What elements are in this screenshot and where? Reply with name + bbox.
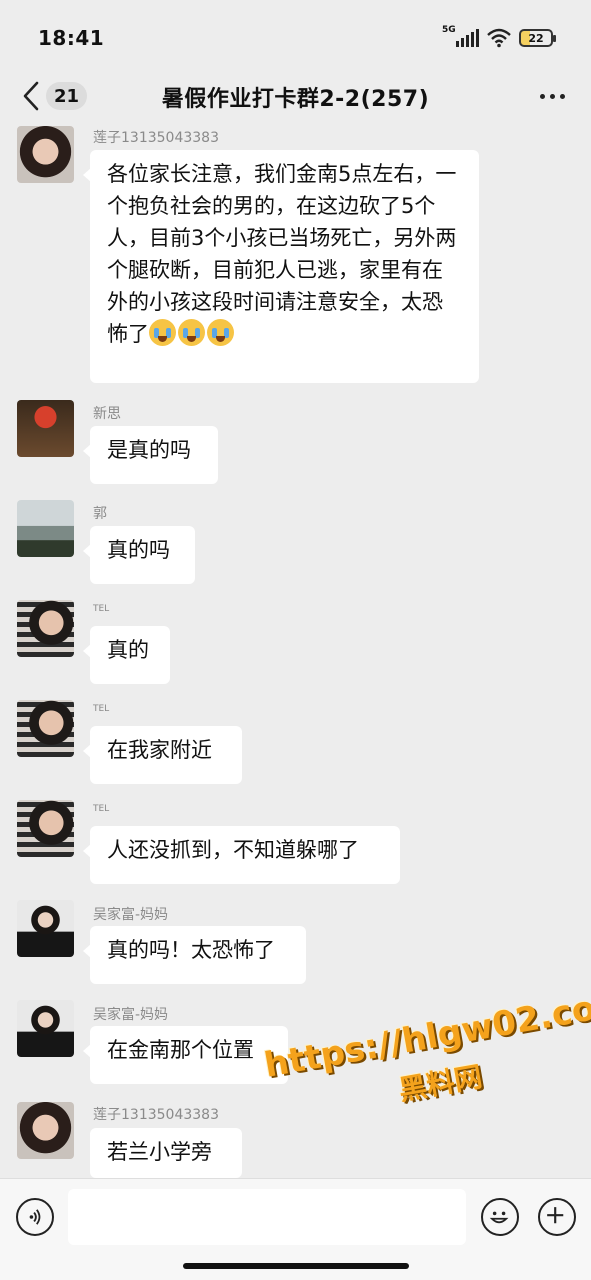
- plus-icon[interactable]: [538, 1198, 576, 1236]
- message-bubble[interactable]: 是真的吗: [83, 426, 218, 484]
- avatar[interactable]: [17, 1000, 74, 1057]
- emoji-icon[interactable]: [481, 1198, 519, 1236]
- message-text: 在我家附近: [107, 738, 212, 762]
- message-bubble[interactable]: 人还没抓到，不知道躲哪了: [83, 826, 400, 884]
- sender-name: 新思: [93, 406, 121, 422]
- sender-name: TEL: [93, 804, 110, 814]
- avatar[interactable]: [17, 126, 74, 183]
- sender-name: 莲子13135043383: [93, 130, 219, 146]
- sender-name: 莲子13135043383: [93, 1107, 219, 1123]
- avatar[interactable]: [17, 400, 74, 457]
- message-text: 若兰小学旁: [107, 1140, 212, 1164]
- more-icon[interactable]: [540, 94, 565, 99]
- message-bubble[interactable]: 真的: [83, 626, 170, 684]
- message-bubble[interactable]: 在金南那个位置: [83, 1026, 288, 1084]
- message-bubble[interactable]: 真的吗！太恐怖了: [83, 926, 306, 984]
- avatar[interactable]: [17, 800, 74, 857]
- home-indicator[interactable]: [183, 1263, 409, 1269]
- voice-icon[interactable]: [16, 1198, 54, 1236]
- sender-name: TEL: [93, 604, 110, 614]
- wifi-icon: [487, 28, 511, 48]
- crying-emoji-icon: [149, 319, 236, 346]
- message-text: 真的: [107, 638, 149, 662]
- avatar[interactable]: [17, 500, 74, 557]
- sender-name: 吴家富-妈妈: [93, 907, 169, 923]
- sender-name: 郭: [93, 506, 107, 522]
- watermark: https://hlgw02.com 黑料网: [261, 982, 591, 1107]
- message-text: 人还没抓到，不知道躲哪了: [107, 838, 359, 862]
- sender-name: TEL: [93, 704, 110, 714]
- avatar[interactable]: [17, 600, 74, 657]
- chat-header: 21 暑假作业打卡群2-2(257): [0, 76, 591, 116]
- battery-level: 22: [528, 31, 544, 45]
- sender-name: 吴家富-妈妈: [93, 1007, 169, 1023]
- message-bubble[interactable]: 若兰小学旁: [90, 1128, 242, 1178]
- message-bubble[interactable]: 真的吗: [83, 526, 195, 584]
- message-bubble[interactable]: 在我家附近: [83, 726, 242, 784]
- message-text: 是真的吗: [107, 438, 191, 462]
- chat-title: 暑假作业打卡群2-2(257): [161, 87, 430, 112]
- status-bar: 18:41 5G 22: [0, 0, 591, 76]
- avatar[interactable]: [17, 900, 74, 957]
- network-label: 5G: [442, 25, 456, 35]
- avatar[interactable]: [17, 1102, 74, 1159]
- message-input[interactable]: [68, 1189, 466, 1245]
- message-text: 真的吗！太恐怖了: [107, 938, 275, 962]
- avatar[interactable]: [17, 700, 74, 757]
- message-bubble[interactable]: 各位家长注意，我们金南5点左右，一个抱负社会的男的，在这边砍了5个人，目前3个小…: [83, 150, 479, 383]
- message-text: 在金南那个位置: [107, 1038, 254, 1062]
- message-text: 真的吗: [107, 538, 170, 562]
- status-icons: 5G 22: [442, 25, 556, 48]
- cellular-signal-icon: 5G: [442, 25, 479, 47]
- battery-icon: 22: [519, 29, 556, 47]
- watermark-name: 黑料网: [396, 1059, 485, 1107]
- status-time: 18:41: [38, 26, 105, 50]
